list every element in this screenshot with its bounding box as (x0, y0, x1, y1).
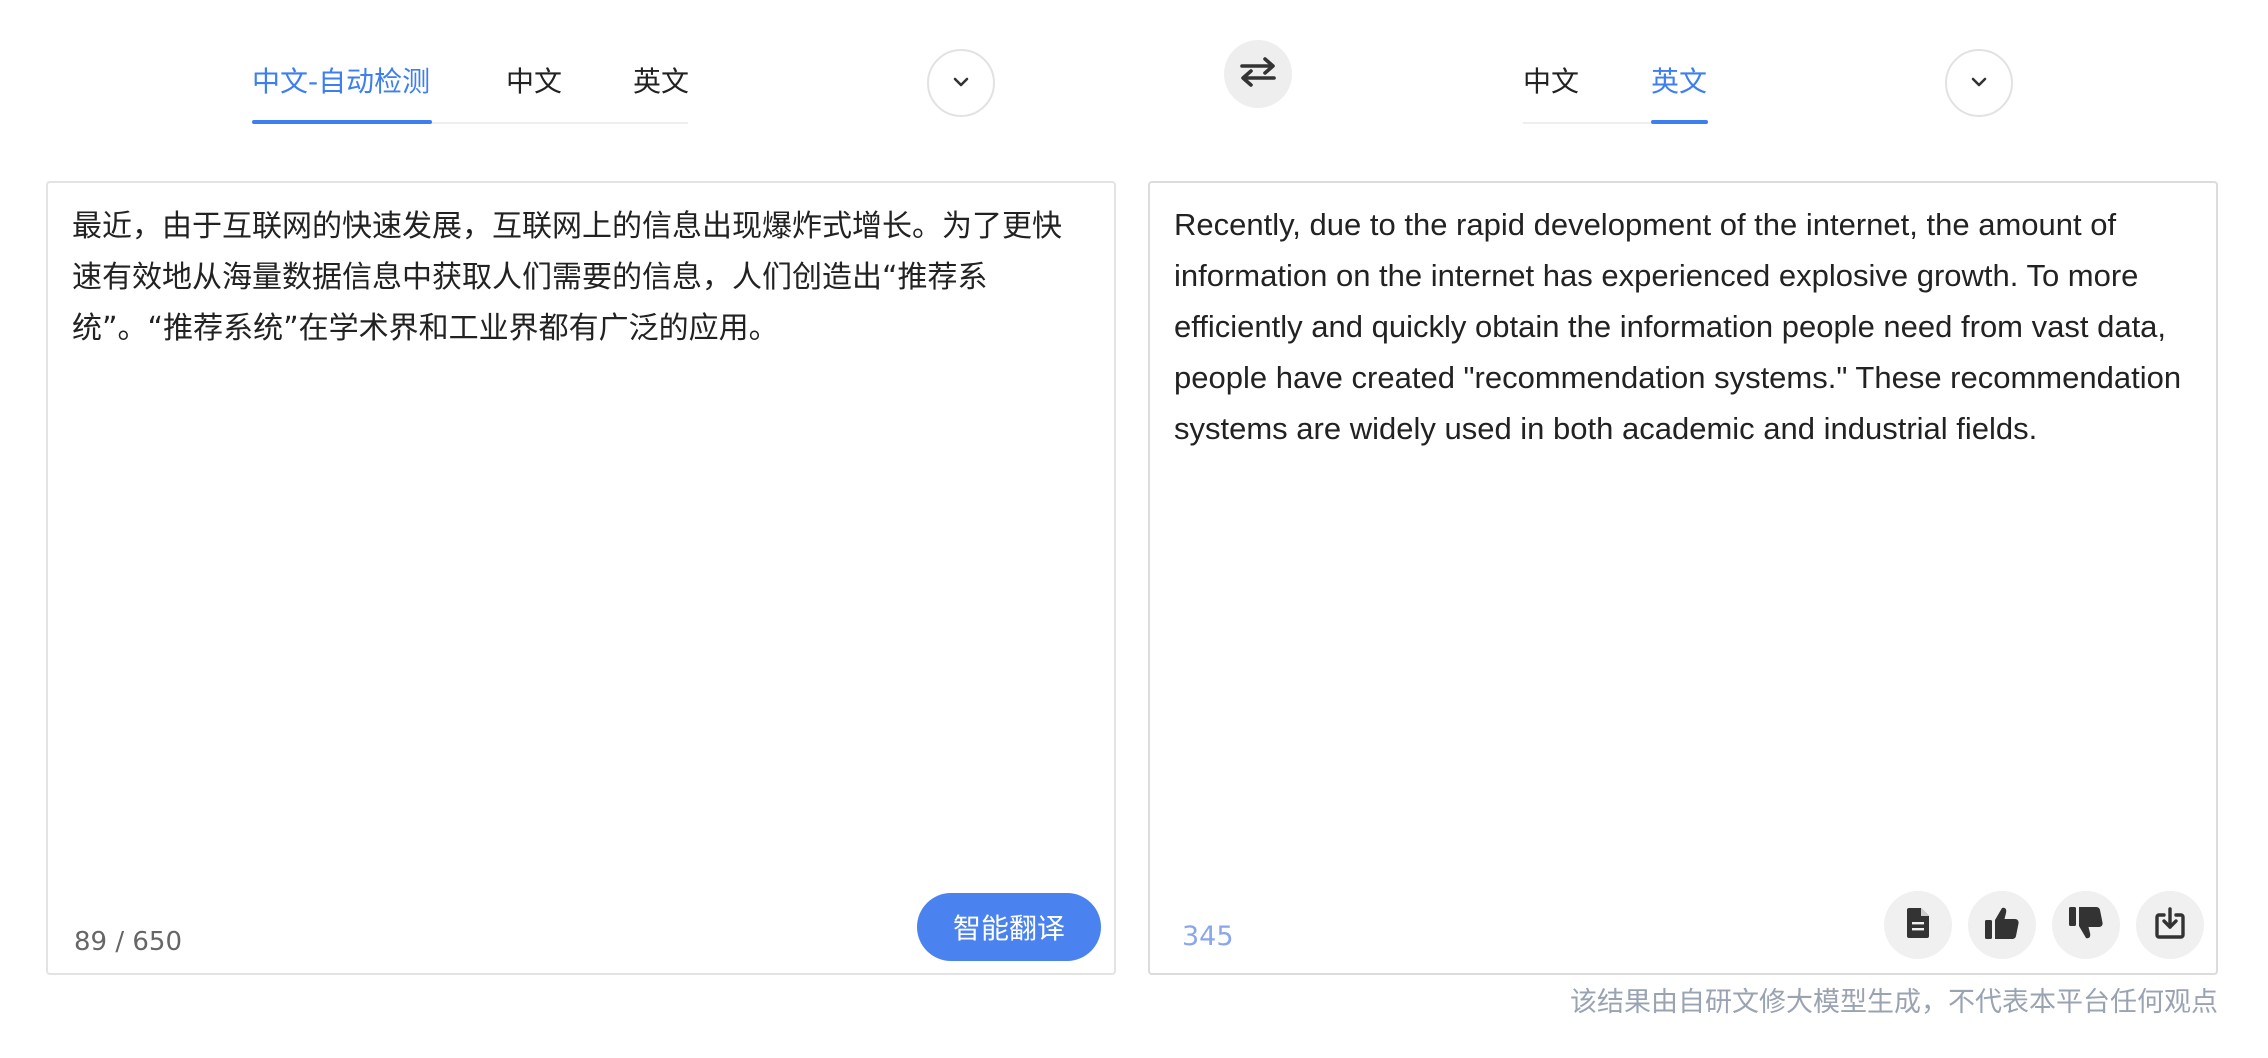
target-tab-active-indicator (1651, 120, 1708, 124)
tab-target-chinese[interactable]: 中文 (1523, 68, 1579, 96)
document-icon (1905, 907, 1931, 943)
character-counter: 89 / 650 (74, 927, 182, 957)
download-icon (2155, 907, 2185, 943)
tab-source-chinese[interactable]: 中文 (506, 68, 562, 96)
translation-output-text: Recently, due to the rapid development o… (1174, 207, 2182, 446)
thumbs-up-icon (1984, 906, 2020, 944)
dislike-button[interactable] (2052, 891, 2120, 959)
thumbs-down-icon (2068, 906, 2104, 944)
output-character-count: 345 (1182, 921, 1234, 952)
chevron-down-icon (1969, 74, 1989, 93)
swap-arrows-icon (1238, 56, 1278, 92)
tab-target-english[interactable]: 英文 (1651, 68, 1707, 96)
smart-translate-button[interactable]: 智能翻译 (917, 893, 1101, 961)
source-language-dropdown-button[interactable] (927, 49, 995, 117)
source-tab-active-indicator (252, 120, 432, 124)
source-text-input[interactable]: 最近，由于互联网的快速发展，互联网上的信息出现爆炸式增长。为了更快速有效地从海量… (72, 201, 1072, 354)
chevron-down-icon (951, 74, 971, 93)
swap-languages-button[interactable] (1224, 40, 1292, 108)
disclaimer-text: 该结果由自研文修大模型生成，不代表本平台任何观点 (1570, 987, 2218, 1018)
translation-output-panel: Recently, due to the rapid development o… (1148, 181, 2218, 975)
like-button[interactable] (1968, 891, 2036, 959)
tab-source-english[interactable]: 英文 (633, 68, 689, 96)
copy-document-button[interactable] (1884, 891, 1952, 959)
tab-source-auto-detect[interactable]: 中文-自动检测 (252, 68, 430, 96)
source-input-panel[interactable]: 最近，由于互联网的快速发展，互联网上的信息出现爆炸式增长。为了更快速有效地从海量… (46, 181, 1116, 975)
target-language-dropdown-button[interactable] (1945, 49, 2013, 117)
download-button[interactable] (2136, 891, 2204, 959)
